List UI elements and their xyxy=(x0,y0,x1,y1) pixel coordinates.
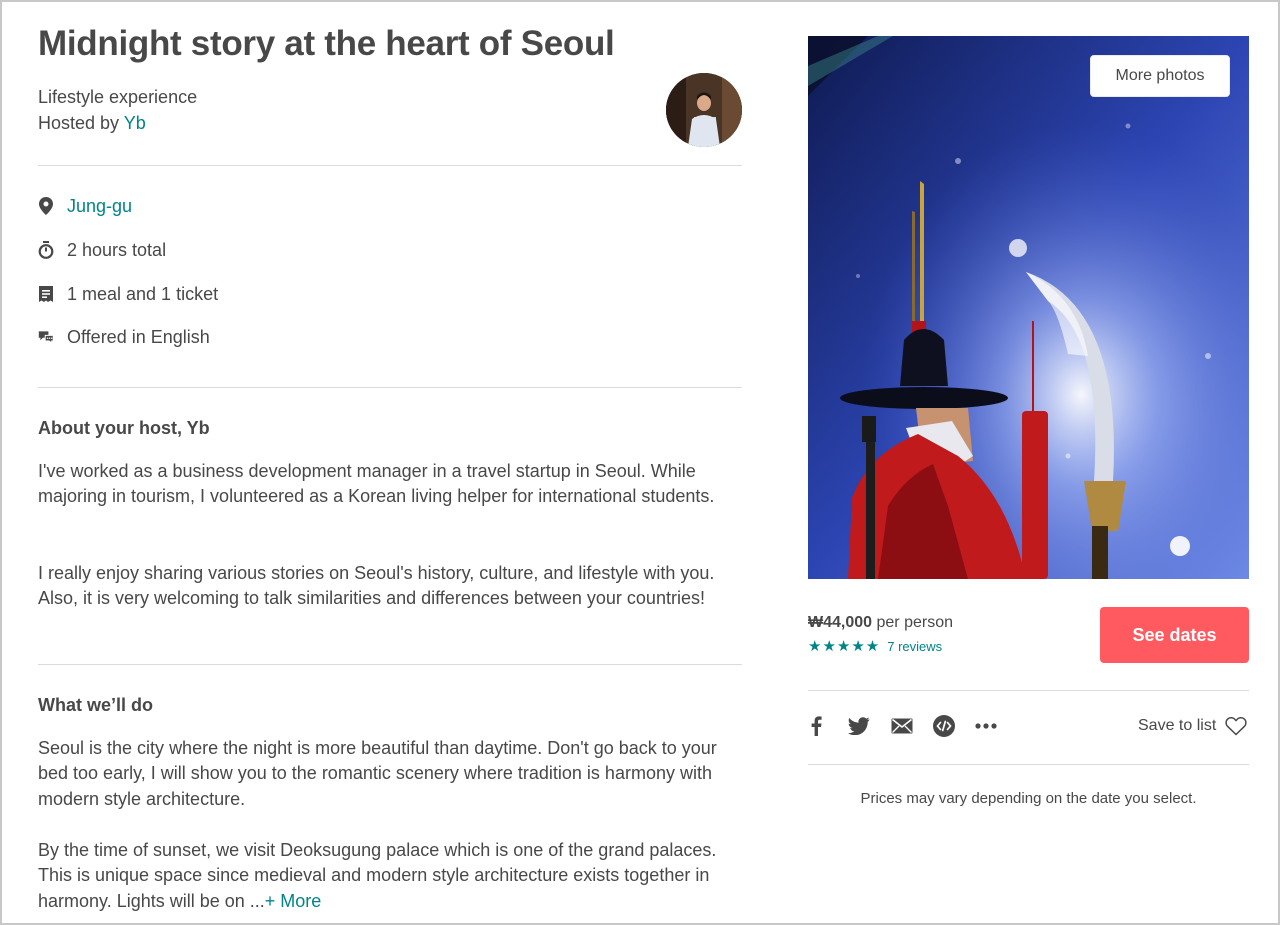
section-divider xyxy=(808,690,1249,691)
heart-icon xyxy=(1225,716,1247,736)
page-title: Midnight story at the heart of Seoul xyxy=(38,24,615,63)
about-host-heading: About your host, Yb xyxy=(38,418,210,438)
receipt-icon xyxy=(38,284,54,304)
reviews-link[interactable]: 7 reviews xyxy=(887,639,942,654)
rating-summary: ★★★★★ 7 reviews xyxy=(808,637,942,655)
email-icon[interactable] xyxy=(890,714,914,738)
what-we-do-heading: What we’ll do xyxy=(38,695,153,715)
language-text: Offered in English xyxy=(67,326,210,347)
twitter-icon[interactable] xyxy=(847,714,871,738)
what-we-do-paragraph: By the time of sunset, we visit Deoksugu… xyxy=(38,838,742,914)
price-unit: per person xyxy=(872,614,953,631)
location-pin-icon xyxy=(38,196,54,216)
detail-language: Offered in English xyxy=(38,325,210,349)
price-amount: ₩44,000 xyxy=(808,614,873,631)
price-per-person: ₩44,000 per person xyxy=(808,614,953,632)
detail-duration: 2 hours total xyxy=(38,238,166,262)
hero-photo-image xyxy=(808,36,1249,579)
section-divider xyxy=(38,165,742,166)
section-divider xyxy=(38,664,742,665)
about-host-paragraph: I really enjoy sharing various stories o… xyxy=(38,563,715,609)
save-to-list-label: Save to list xyxy=(1138,717,1217,734)
chat-bubbles-icon xyxy=(38,327,54,347)
read-more-link[interactable]: + More xyxy=(265,891,322,911)
hosted-by-label: Hosted by xyxy=(38,113,124,133)
host-name-link[interactable]: Yb xyxy=(124,113,146,133)
host-avatar[interactable] xyxy=(666,73,742,147)
hero-photo[interactable] xyxy=(808,36,1249,579)
section-divider xyxy=(38,387,742,388)
more-options-icon[interactable] xyxy=(974,714,998,738)
detail-location: Jung-gu xyxy=(38,194,132,218)
about-host-paragraph: I've worked as a business development ma… xyxy=(38,461,715,507)
what-we-do-paragraph-text: By the time of sunset, we visit Deoksugu… xyxy=(38,840,717,911)
detail-includes: 1 meal and 1 ticket xyxy=(38,282,218,306)
host-avatar-image xyxy=(666,73,742,147)
what-we-do-paragraph: Seoul is the city where the night is mor… xyxy=(38,738,717,809)
duration-text: 2 hours total xyxy=(67,239,167,260)
includes-text: 1 meal and 1 ticket xyxy=(67,283,219,304)
hosted-by: Hosted by Yb xyxy=(38,113,146,134)
save-to-list-button[interactable]: Save to list xyxy=(1138,716,1247,736)
experience-category: Lifestyle experience xyxy=(38,87,198,107)
see-dates-button[interactable]: See dates xyxy=(1100,607,1249,663)
more-photos-button[interactable]: More photos xyxy=(1090,55,1230,97)
embed-icon[interactable] xyxy=(932,714,956,738)
clock-icon xyxy=(38,240,54,260)
section-divider xyxy=(808,764,1249,765)
location-link[interactable]: Jung-gu xyxy=(67,196,132,217)
star-rating: ★★★★★ xyxy=(808,638,881,655)
facebook-icon[interactable] xyxy=(804,714,828,738)
price-note: Prices may vary depending on the date yo… xyxy=(860,790,1197,807)
